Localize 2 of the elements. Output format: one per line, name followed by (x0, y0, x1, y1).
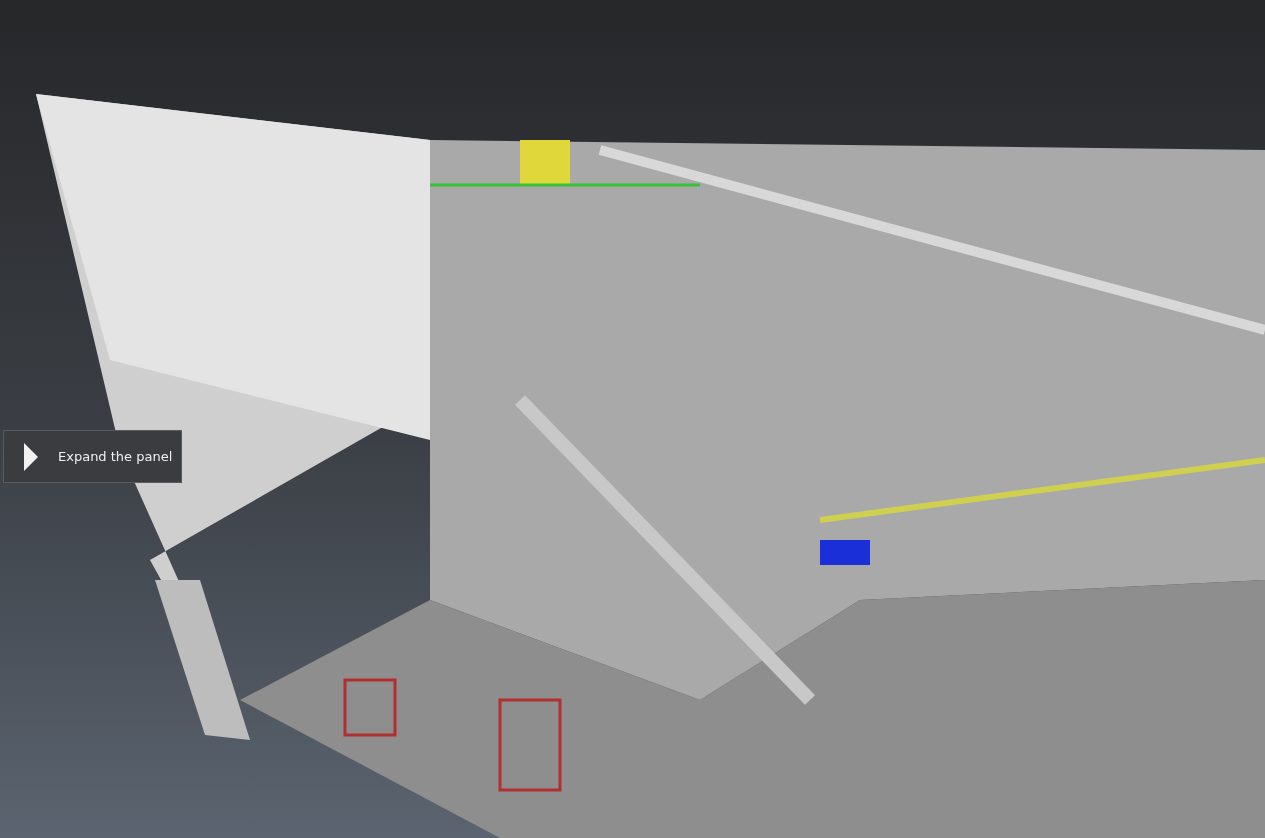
triangle-right-icon (24, 442, 38, 471)
expand-panel-button[interactable]: Expand the panel (3, 430, 182, 483)
